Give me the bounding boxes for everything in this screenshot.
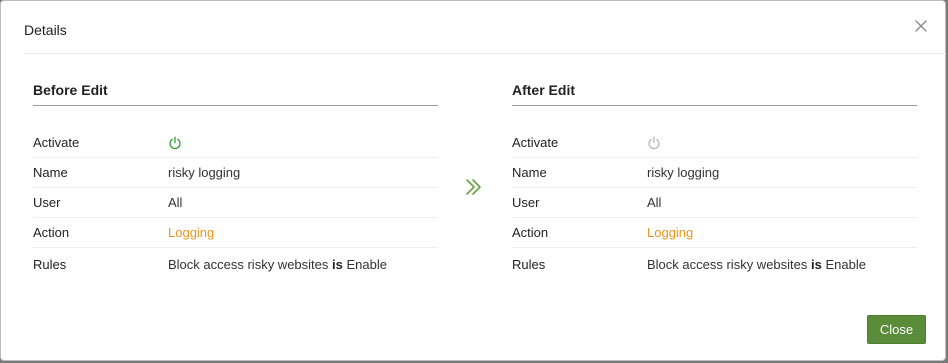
activate-value <box>647 135 661 151</box>
power-icon <box>169 136 181 150</box>
close-icon[interactable] <box>913 18 929 34</box>
before-activate-row: Activate <box>33 128 438 158</box>
before-edit-panel: Before Edit Activate Name risky logging … <box>33 77 438 280</box>
rules-prefix: Block access risky websites <box>168 256 329 272</box>
before-edit-title: Before Edit <box>33 77 438 106</box>
details-dialog: Details Before Edit Activate Name risky … <box>0 0 946 361</box>
name-value: risky logging <box>168 165 241 180</box>
activate-label: Activate <box>512 135 559 150</box>
action-value: Logging <box>647 225 694 240</box>
rules-value: Block access risky websites is Enable <box>647 257 866 272</box>
name-label: Name <box>33 165 68 180</box>
action-value: Logging <box>168 225 215 240</box>
power-icon <box>648 136 660 150</box>
rules-suffix: Enable <box>346 256 387 272</box>
dialog-title: Details <box>24 22 67 38</box>
header-divider <box>24 53 946 54</box>
after-edit-title: After Edit <box>512 77 917 106</box>
rules-prefix: Block access risky websites <box>647 256 808 272</box>
after-name-row: Name risky logging <box>512 158 917 188</box>
action-label: Action <box>512 225 549 240</box>
rules-value: Block access risky websites is Enable <box>168 257 387 272</box>
after-rules-row: Rules Block access risky websites is Ena… <box>512 248 917 280</box>
rules-keyword: is <box>811 256 822 272</box>
user-label: User <box>33 195 61 210</box>
rules-keyword: is <box>332 256 343 272</box>
rules-suffix: Enable <box>825 256 866 272</box>
before-action-row: Action Logging <box>33 218 438 248</box>
activate-label: Activate <box>33 135 80 150</box>
rules-label: Rules <box>33 256 67 272</box>
before-rules-row: Rules Block access risky websites is Ena… <box>33 248 438 280</box>
double-chevron-right-icon <box>466 179 481 195</box>
name-label: Name <box>512 165 547 180</box>
user-value: All <box>647 195 662 210</box>
after-user-row: User All <box>512 188 917 218</box>
after-edit-panel: After Edit Activate Name risky logging U… <box>512 77 917 280</box>
close-button[interactable]: Close <box>867 315 926 344</box>
before-name-row: Name risky logging <box>33 158 438 188</box>
name-value: risky logging <box>647 165 720 180</box>
action-label: Action <box>33 225 70 240</box>
after-activate-row: Activate <box>512 128 917 158</box>
after-edit-rows: Activate Name risky logging User All Act… <box>512 128 917 280</box>
rules-label: Rules <box>512 256 546 272</box>
before-edit-rows: Activate Name risky logging User All Act… <box>33 128 438 280</box>
activate-value <box>168 135 182 151</box>
user-label: User <box>512 195 540 210</box>
before-user-row: User All <box>33 188 438 218</box>
user-value: All <box>168 195 183 210</box>
after-action-row: Action Logging <box>512 218 917 248</box>
